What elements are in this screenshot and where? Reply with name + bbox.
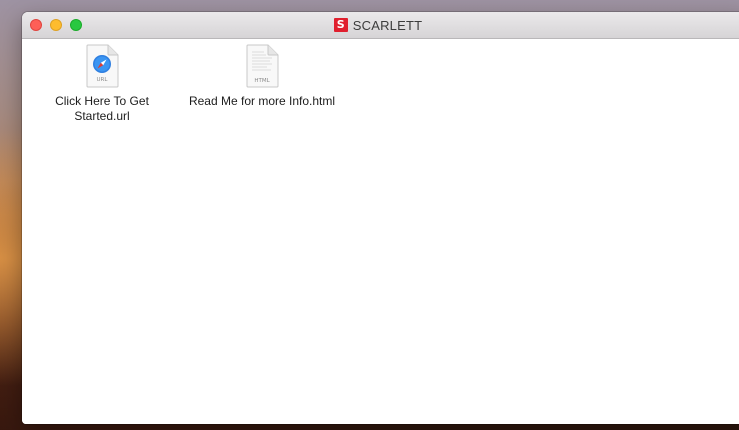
html-file-icon[interactable]: HTML — [245, 44, 279, 88]
file-item-url[interactable]: URL Click Here To Get Started.url — [47, 44, 157, 124]
file-label-line1: Read Me for more Info.html — [188, 94, 336, 108]
scarlett-logo-icon: S — [333, 18, 348, 32]
window-title: S SCARLETT — [22, 12, 739, 38]
file-item-html[interactable]: HTML Read Me for more Info.html — [182, 44, 342, 109]
file-label-html: Read Me for more Info.html — [189, 94, 335, 109]
html-badge: HTML — [254, 78, 270, 84]
finder-window: S SCARLETT URL Click Here To Get Started… — [22, 12, 739, 424]
file-label-url: Click Here To Get Started.url — [55, 94, 149, 124]
window-titlebar[interactable]: S SCARLETT — [22, 12, 739, 39]
file-label-line2: Started.url — [74, 109, 130, 123]
safari-compass-icon — [93, 55, 111, 73]
url-file-icon[interactable]: URL — [85, 44, 119, 88]
window-content[interactable]: URL Click Here To Get Started.url HTML R… — [22, 39, 739, 424]
file-label-line1: Click Here To Get — [55, 94, 149, 108]
window-title-text: SCARLETT — [352, 17, 423, 33]
url-badge: URL — [97, 77, 109, 83]
